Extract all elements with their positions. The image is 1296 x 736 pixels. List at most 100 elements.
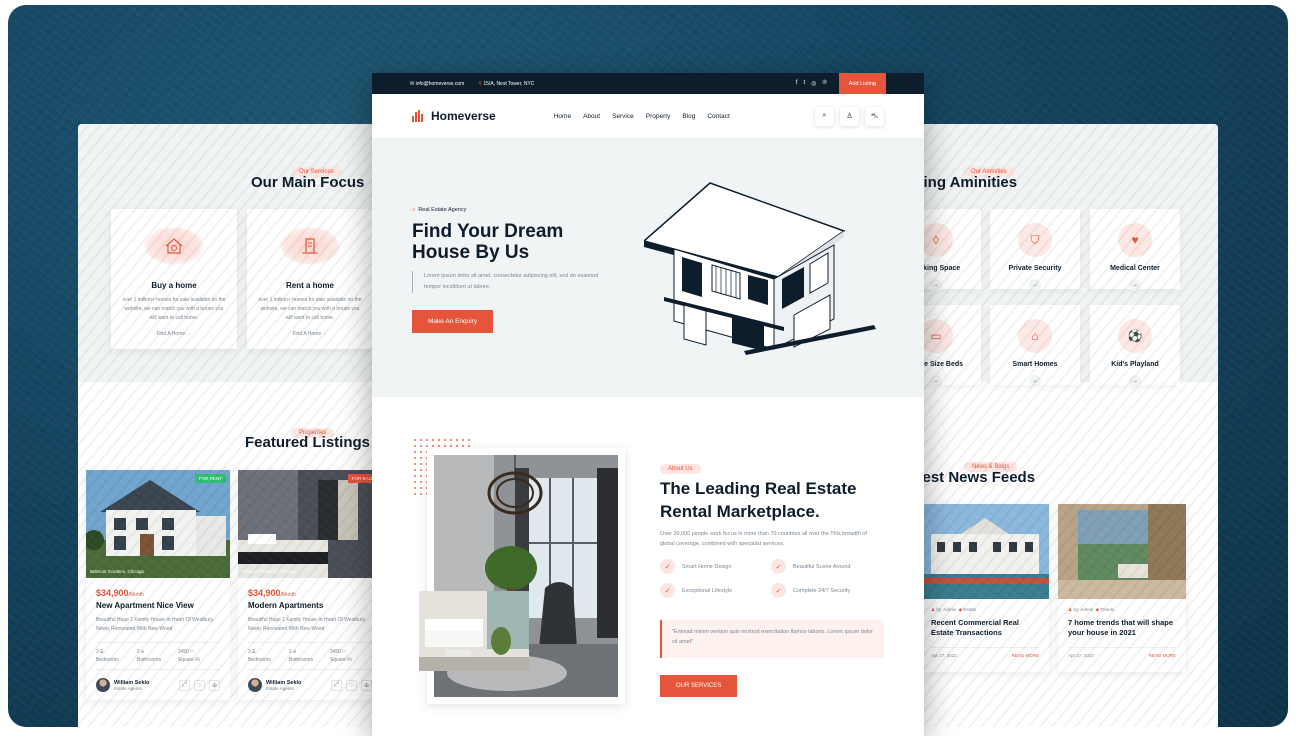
facebook-icon[interactable]: f	[796, 80, 798, 87]
arrow-right-icon[interactable]: →	[930, 375, 942, 387]
nav-item-property[interactable]: Property	[646, 113, 671, 120]
nav-item-contact[interactable]: Contact	[707, 113, 729, 120]
service-text: over 1 million+ homes for sale available…	[122, 297, 226, 321]
nav-item-service[interactable]: Service	[612, 113, 634, 120]
amenity-smart-home[interactable]: ⌂ Smart Homes →	[990, 305, 1080, 387]
read-more-link[interactable]: READ MORE	[1012, 653, 1039, 658]
email-link[interactable]: info@homeverse.com	[416, 81, 465, 87]
news-card[interactable]: ♟ by: Admin ◆ Estate Recent Commercial R…	[921, 504, 1049, 672]
find-home-link[interactable]: Find A Home →	[247, 331, 373, 337]
property-image: FOR SALE Belmont Gardens, Chicago	[238, 470, 382, 578]
property-specs: 3 ⌸ Bedrooms 2 ⌀ Bathrooms 3450 □ Square Ft	[96, 642, 220, 670]
bed-icon: ▭	[919, 319, 953, 353]
logo[interactable]: Homeverse	[412, 109, 496, 123]
nav-item-home[interactable]: Home	[554, 113, 571, 120]
building-icon	[280, 227, 340, 265]
find-home-link[interactable]: Find A Home →	[111, 331, 237, 337]
agent-role: Estate Agents	[114, 685, 142, 691]
parking-icon: ◊	[919, 223, 953, 257]
hero-section: Real Estate Agency Find Your Dream House…	[372, 139, 924, 397]
inset-image	[419, 591, 529, 671]
service-card-rent[interactable]: Rent a home over 1 million+ homes for sa…	[247, 209, 373, 349]
agent-name: William Seklo	[266, 679, 302, 686]
news-image	[921, 504, 1049, 599]
interior-image	[419, 448, 625, 704]
amenity-medical[interactable]: ♥ Medical Center →	[1090, 209, 1180, 291]
property-description: Beautiful Huge 1 Family House In Heart O…	[96, 617, 215, 632]
hero-subtitle: Real Estate Agency	[412, 207, 466, 213]
property-card[interactable]: FOR SALE Belmont Gardens, Chicago $34,90…	[238, 470, 382, 700]
read-more-link[interactable]: READ MORE	[1149, 653, 1176, 658]
about-title: The Leading Real Estate Rental Marketpla…	[660, 479, 857, 521]
user-icon[interactable]: ♙	[840, 106, 859, 126]
arrow-right-icon[interactable]: →	[1029, 375, 1041, 387]
status-badge: FOR RENT	[195, 474, 226, 483]
arrow-right-icon[interactable]: →	[930, 279, 942, 291]
property-description: Beautiful Huge 1 Family House In Heart O…	[248, 617, 367, 632]
instagram-icon[interactable]: ◎	[811, 80, 816, 87]
check-icon: ✓	[771, 559, 786, 574]
check-icon: ✓	[660, 559, 675, 574]
property-title[interactable]: Modern Apartments	[248, 601, 372, 610]
cart-icon[interactable]: ⛍	[865, 106, 884, 126]
expand-icon[interactable]: ⤢	[179, 679, 190, 691]
arrow-right-icon[interactable]: →	[1129, 279, 1141, 291]
pinterest-icon[interactable]: ℗	[822, 80, 826, 87]
service-text: over 1 million+ homes for sale available…	[258, 297, 362, 321]
about-quote: "Enimad minim veniam quis nostrud exerci…	[660, 620, 884, 658]
property-image: FOR RENT Belmont Gardens, Chicago	[86, 470, 230, 578]
news-title-link[interactable]: 7 home trends that will shape your house…	[1068, 618, 1176, 638]
service-title: Buy a home	[151, 281, 197, 290]
our-services-button[interactable]: OUR SERVICES	[660, 675, 738, 697]
service-title: Rent a home	[285, 281, 334, 290]
property-specs: 3 ⌸ Bedrooms 2 ⌀ Bathrooms 3450 □ Square Ft	[248, 642, 372, 670]
enquiry-button[interactable]: Make An Enquiry	[412, 310, 494, 333]
nav-item-blog[interactable]: Blog	[682, 113, 695, 120]
check-icon: ✓	[771, 583, 786, 598]
arrow-right-icon[interactable]: →	[1029, 279, 1041, 291]
add-icon[interactable]: ⊕	[209, 679, 220, 691]
arrow-right-icon[interactable]: →	[1129, 375, 1141, 387]
add-icon[interactable]: ⊕	[361, 679, 372, 691]
heart-pulse-icon: ♥	[1118, 223, 1152, 257]
main-nav: Homeverse Home About Service Property Bl…	[372, 94, 924, 139]
service-card-buy[interactable]: Buy a home over 1 million+ homes for sal…	[111, 209, 237, 349]
house-illustration	[644, 182, 876, 355]
agent-info: William Seklo Estate Agents ⤢ ♡ ⊕	[96, 678, 220, 692]
property-card[interactable]: FOR RENT Belmont Gardens, Chicago $34,90…	[86, 470, 230, 700]
news-card[interactable]: ♟ by: Admin ◆ Trends 7 home trends that …	[1058, 504, 1186, 672]
hero-title: Find Your Dream House By Us	[412, 221, 564, 263]
property-location: Belmont Gardens, Chicago	[90, 569, 145, 574]
news-title-link[interactable]: Recent Commercial Real Estate Transactio…	[931, 618, 1039, 638]
property-price: $34,900/Month	[248, 588, 296, 598]
address-text: 15/A, Nest Tower, NYC	[483, 80, 535, 87]
amenity-security[interactable]: ⛉ Private Security →	[990, 209, 1080, 291]
about-pill: About Us	[660, 457, 701, 475]
news-date: Apr 27, 2022	[1068, 653, 1094, 658]
property-title[interactable]: New Apartment Nice View	[96, 601, 220, 610]
expand-icon[interactable]: ⤢	[331, 679, 342, 691]
home-search-icon	[144, 227, 204, 265]
about-section: About Us The Leading Real Estate Rental …	[372, 397, 924, 735]
agent-name: William Seklo	[114, 679, 150, 686]
news-image	[1058, 504, 1186, 599]
heart-icon[interactable]: ♡	[194, 679, 205, 691]
feature-item: ✓ Smart Home Design	[660, 559, 732, 574]
about-description: Over 39,000 people work for us in more t…	[660, 531, 867, 547]
ball-icon: ⚽	[1118, 319, 1152, 353]
shield-icon: ⛉	[1018, 223, 1052, 257]
check-icon: ✓	[660, 583, 675, 598]
add-listing-button[interactable]: Add Listing	[838, 73, 886, 94]
heart-icon[interactable]: ♡	[346, 679, 357, 691]
nav-item-about[interactable]: About	[583, 113, 600, 120]
main-page: ✉ info@homeverse.com ⚲ 15/A, Nest Tower,…	[372, 73, 924, 736]
amenity-playland[interactable]: ⚽ Kid's Playland →	[1090, 305, 1180, 387]
twitter-icon[interactable]: t	[803, 80, 805, 87]
avatar	[248, 678, 262, 692]
feature-item: ✓ Exceptional Lifestyle	[660, 583, 732, 598]
logo-icon	[412, 110, 426, 122]
nav-menu: Home About Service Property Blog Contact	[554, 113, 730, 120]
services-title: Our Main Focus	[251, 174, 365, 191]
search-icon[interactable]: ⌕	[815, 106, 834, 126]
hero-description: Lorem ipsum dolor sit amet, consectetur …	[412, 271, 602, 293]
